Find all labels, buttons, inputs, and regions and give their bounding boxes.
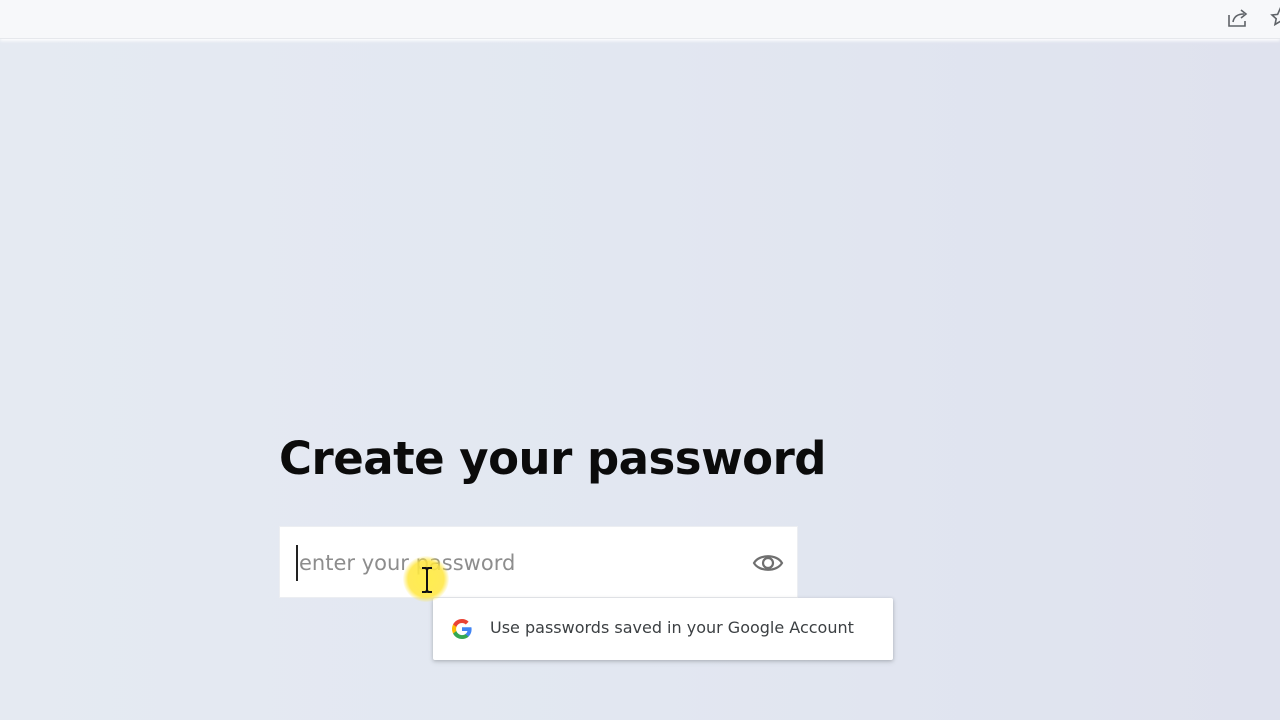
eye-icon[interactable] [751, 549, 785, 577]
google-icon [450, 617, 474, 641]
password-field-container [279, 526, 798, 598]
suggestion-label: Use passwords saved in your Google Accou… [490, 618, 854, 637]
page-title: Create your password [279, 432, 827, 485]
password-autofill-suggestion[interactable]: Use passwords saved in your Google Accou… [433, 598, 893, 660]
browser-toolbar [0, 0, 1280, 39]
password-input[interactable] [296, 545, 739, 581]
share-icon[interactable] [1226, 7, 1250, 29]
star-icon[interactable] [1270, 7, 1280, 27]
